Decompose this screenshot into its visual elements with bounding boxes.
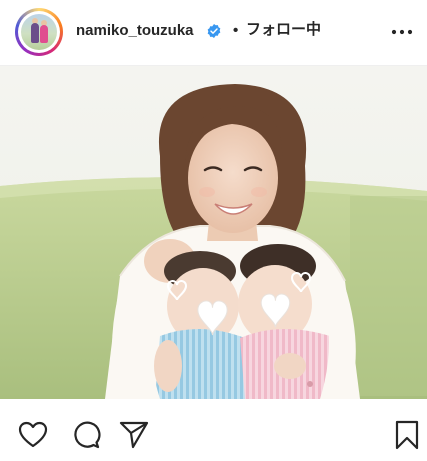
photo-illustration <box>0 66 427 399</box>
separator-dot: • <box>233 22 239 39</box>
post-photo[interactable] <box>0 66 427 399</box>
following-button[interactable]: フォロー中 <box>246 20 321 40</box>
post-header: namiko_touzuka • フォロー中 <box>0 0 427 66</box>
heart-icon[interactable] <box>17 419 49 451</box>
more-options-icon[interactable] <box>391 22 413 42</box>
verified-badge-icon <box>207 24 221 38</box>
paper-plane-icon[interactable] <box>118 419 150 451</box>
username-link[interactable]: namiko_touzuka <box>76 21 194 41</box>
action-bar <box>0 399 427 461</box>
avatar[interactable] <box>15 8 63 56</box>
comment-icon[interactable] <box>69 419 101 451</box>
avatar-border <box>18 11 60 53</box>
avatar-image <box>21 14 57 50</box>
bookmark-icon[interactable] <box>391 419 423 451</box>
